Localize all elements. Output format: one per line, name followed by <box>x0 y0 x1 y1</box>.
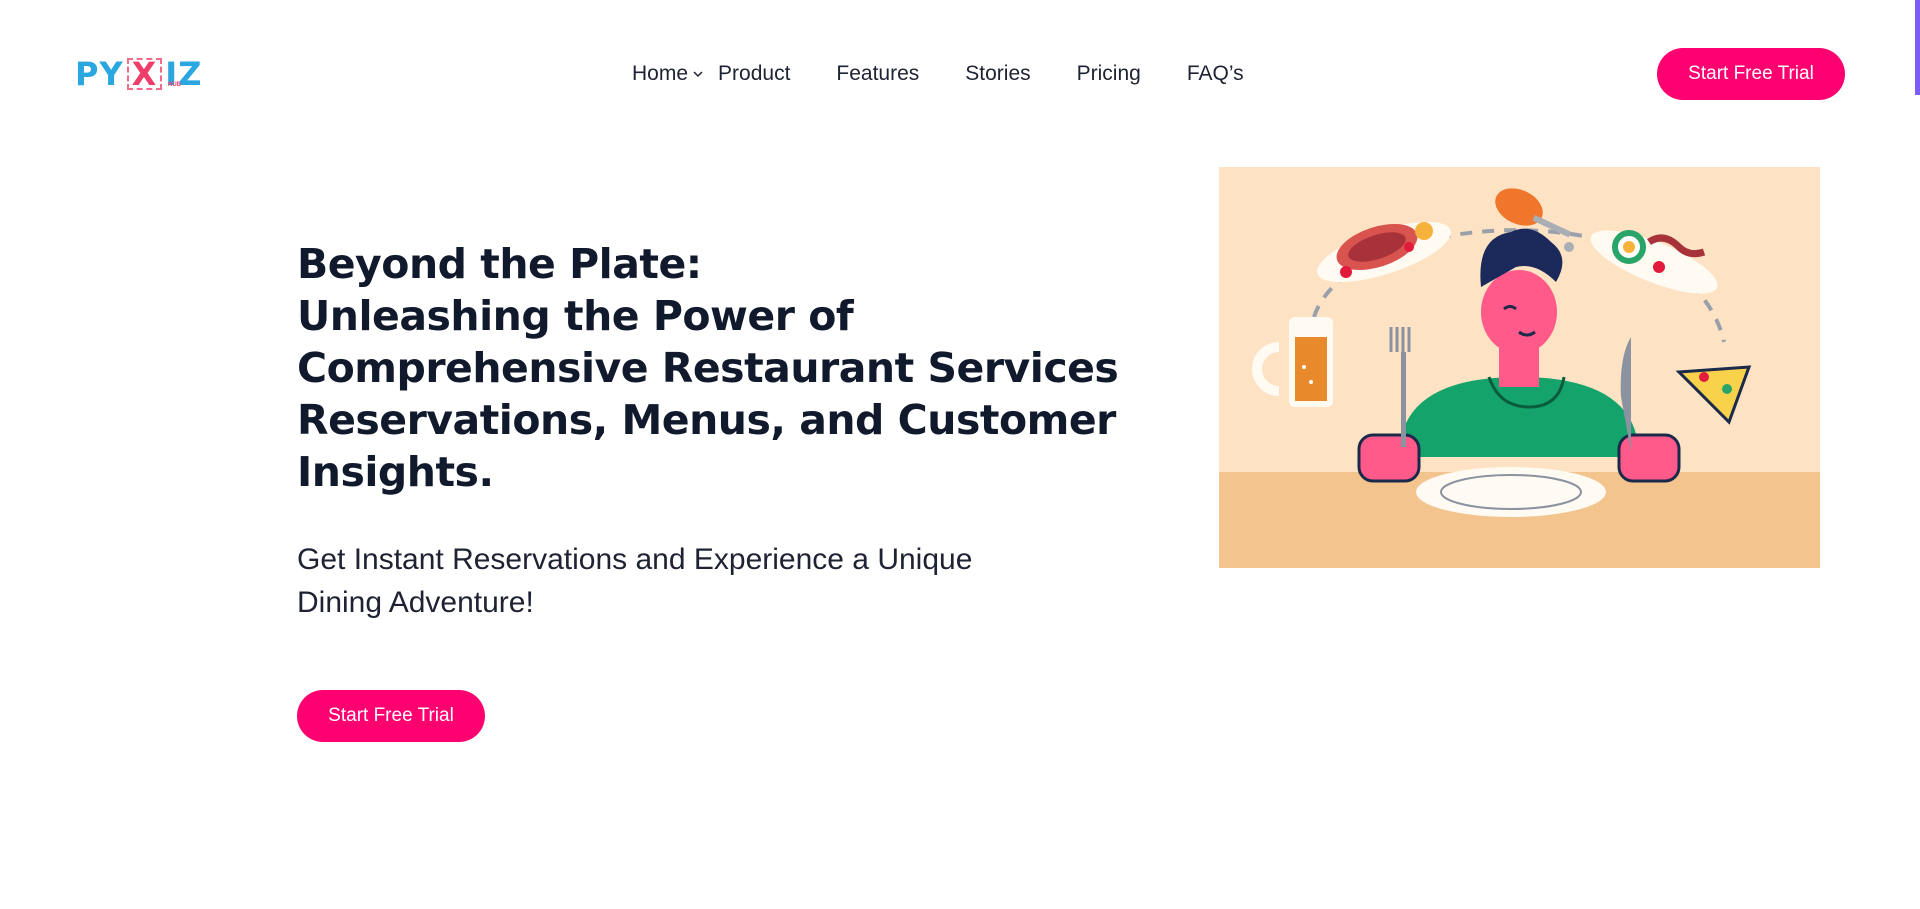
dinner-plate-icon <box>1416 467 1606 517</box>
scroll-indicator <box>1915 0 1920 95</box>
chevron-down-icon <box>693 71 703 78</box>
nav-item-stories[interactable]: Stories <box>965 62 1030 86</box>
site-header: PY X IZ HUB Home Product Features Storie… <box>0 0 1920 150</box>
logo-tagline: HUB <box>168 82 181 88</box>
hero-subtitle-line: Dining Adventure! <box>297 586 534 619</box>
nav-item-features[interactable]: Features <box>836 62 919 86</box>
hero-title-line: Unleashing the Power of <box>297 292 854 340</box>
hero-illustration <box>1219 167 1820 568</box>
hero-title-line: Insights. <box>297 448 494 496</box>
start-free-trial-button-hero[interactable]: Start Free Trial <box>297 690 485 742</box>
nav-item-pricing[interactable]: Pricing <box>1077 62 1141 86</box>
nav-item-product[interactable]: Product <box>718 62 790 86</box>
logo-text-left: PY <box>75 55 124 93</box>
logo-text-x: X <box>126 58 163 90</box>
nav-item-faqs[interactable]: FAQ’s <box>1187 62 1244 86</box>
hero-subtitle: Get Instant Reservations and Experience … <box>297 538 1057 624</box>
main-nav: Home Product Features Stories Pricing FA… <box>632 58 1290 90</box>
hero-title-line: Reservations, Menus, and Customer <box>297 396 1116 444</box>
hero-title-line: Beyond the Plate: <box>297 240 702 288</box>
nav-item-label: Home <box>632 62 689 85</box>
hero-title: Beyond the Plate: Unleashing the Power o… <box>297 238 1119 498</box>
brand-logo[interactable]: PY X IZ HUB <box>75 55 201 93</box>
hero-title-line: Comprehensive Restaurant Services <box>297 344 1119 392</box>
nav-item-home[interactable]: Home <box>632 62 704 86</box>
hero-subtitle-line: Get Instant Reservations and Experience … <box>297 543 973 576</box>
start-free-trial-button-header[interactable]: Start Free Trial <box>1657 48 1845 100</box>
